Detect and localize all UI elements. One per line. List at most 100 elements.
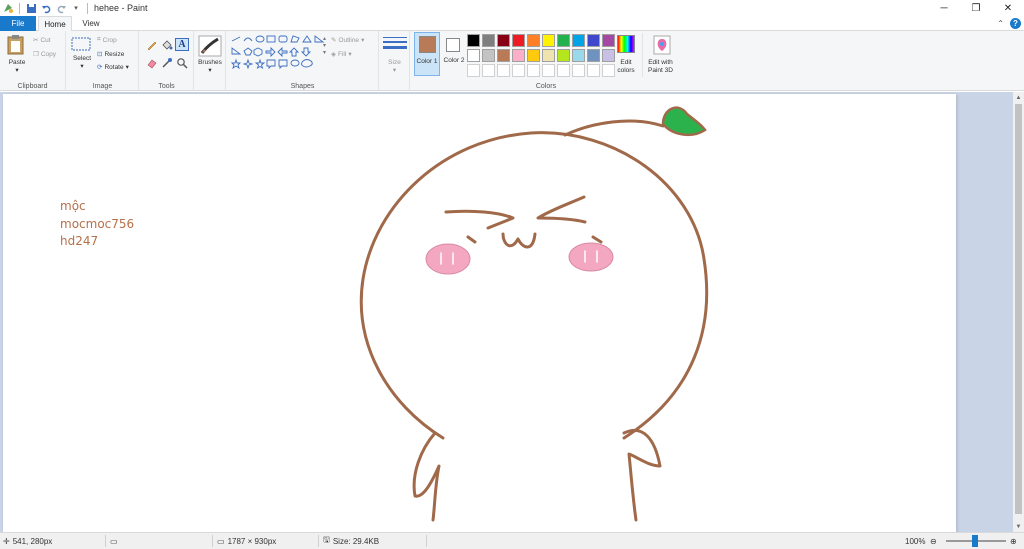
palette-swatch[interactable]: [527, 49, 540, 62]
drawing-canvas[interactable]: mộc mocmoc756 hd247: [3, 94, 956, 532]
outline-button[interactable]: ✎ Outline ▾: [331, 36, 364, 45]
pencil-icon[interactable]: [146, 39, 158, 51]
color2-button[interactable]: Color 2: [442, 32, 466, 76]
palette-swatch[interactable]: [482, 49, 495, 62]
custom-color-slot[interactable]: [587, 64, 600, 77]
scroll-up-icon[interactable]: ▲: [1013, 92, 1024, 103]
fill-bucket-icon[interactable]: [161, 39, 173, 51]
clipboard-group-label: Clipboard: [17, 83, 48, 90]
custom-color-slot[interactable]: [572, 64, 585, 77]
right-eye-mark: [591, 235, 603, 244]
magnifier-icon[interactable]: [176, 57, 188, 69]
custom-color-slot[interactable]: [527, 64, 540, 77]
ribbon: Paste ▾ ✂ Cut ❐ Copy Clipboard Select ▾ ⌗ C…: [0, 31, 1024, 91]
palette-swatch[interactable]: [557, 34, 570, 47]
palette-swatch[interactable]: [572, 34, 585, 47]
palette-swatch[interactable]: [512, 34, 525, 47]
help-icon[interactable]: ?: [1010, 18, 1021, 29]
cut-button[interactable]: ✂ Cut: [33, 36, 51, 45]
copy-label: Copy: [40, 50, 57, 58]
separator: [318, 535, 319, 547]
brushes-group[interactable]: Brushes ▾: [195, 31, 226, 91]
color2-swatch: [446, 38, 460, 52]
palette-swatch[interactable]: [557, 49, 570, 62]
collapse-ribbon-icon[interactable]: ⌃: [997, 19, 1004, 28]
color1-button[interactable]: Color 1: [414, 32, 440, 76]
color-picker-icon[interactable]: [161, 57, 173, 69]
custom-color-slot[interactable]: [497, 64, 510, 77]
edit-colors-label: Edit colors: [617, 59, 635, 74]
left-eyebrow: [444, 209, 515, 230]
custom-color-slot[interactable]: [512, 64, 525, 77]
palette-swatch[interactable]: [542, 34, 555, 47]
tab-home[interactable]: Home: [38, 16, 72, 32]
select-label: Select: [72, 55, 92, 62]
paint-app-icon[interactable]: [2, 2, 14, 14]
color-spectrum-icon: [617, 35, 635, 53]
resize-button[interactable]: ⊡ Resize: [97, 50, 124, 59]
tools-group: A Tools: [140, 31, 194, 91]
left-cheek: [425, 243, 471, 275]
palette-swatch[interactable]: [587, 49, 600, 62]
disk-icon: 🖫: [323, 535, 330, 544]
edit-paint3d-button[interactable]: Edit with Paint 3D: [642, 33, 678, 77]
scroll-down-icon[interactable]: ▼: [1013, 521, 1024, 532]
palette-swatch[interactable]: [467, 34, 480, 47]
custom-color-slot[interactable]: [542, 64, 555, 77]
rotate-button[interactable]: ⟳ Rotate ▾: [97, 63, 129, 72]
tab-view[interactable]: View: [76, 16, 106, 31]
copy-button[interactable]: ❐ Copy: [33, 50, 57, 59]
crop-button[interactable]: ⌗ Crop: [97, 36, 117, 44]
vertical-scrollbar[interactable]: ▲ ▼: [1013, 92, 1024, 532]
chevron-down-icon: ▾: [15, 67, 19, 74]
fill-label: Fill: [338, 50, 347, 58]
paste-button[interactable]: Paste ▾: [5, 34, 29, 75]
customize-quick-access-icon[interactable]: ▾: [70, 2, 82, 14]
custom-color-slot[interactable]: [467, 64, 480, 77]
size-group[interactable]: Size ▾: [380, 31, 410, 91]
separator: [426, 535, 427, 547]
scrollbar-thumb[interactable]: [1015, 104, 1022, 514]
left-arm: [412, 431, 441, 522]
paste-label: Paste: [8, 59, 26, 66]
fill-button[interactable]: ◈ Fill ▾: [331, 50, 352, 59]
close-button[interactable]: ✕: [992, 0, 1024, 16]
cursor-position-text: 541, 280px: [12, 536, 53, 546]
palette-swatch[interactable]: [512, 49, 525, 62]
status-bar: ✛ 541, 280px ▭ ▭ 1787 × 930px 🖫 Size: 29.4K…: [0, 532, 1024, 549]
palette-swatch[interactable]: [542, 49, 555, 62]
canvas-size-icon: ▭: [217, 536, 225, 546]
zoom-in-icon[interactable]: ⊕: [1010, 533, 1017, 549]
select-button[interactable]: Select ▾: [71, 36, 93, 71]
minimize-button[interactable]: ─: [928, 0, 960, 16]
color1-swatch: [419, 36, 436, 53]
shapes-scroll-icon[interactable]: ▴ ▾ ▾: [323, 35, 326, 56]
edit-colors-button[interactable]: Edit colors: [613, 33, 639, 77]
custom-color-slot[interactable]: [482, 64, 495, 77]
paint3d-icon: [653, 35, 671, 55]
palette-swatch[interactable]: [497, 34, 510, 47]
palette-swatch[interactable]: [572, 49, 585, 62]
text-tool-icon[interactable]: A: [175, 38, 189, 51]
zoom-slider-thumb[interactable]: [972, 535, 978, 547]
character-drawing: [359, 106, 709, 522]
redo-icon[interactable]: [55, 2, 67, 14]
zoom-out-icon[interactable]: ⊖: [930, 533, 937, 549]
palette-swatch[interactable]: [497, 49, 510, 62]
custom-color-slot[interactable]: [557, 64, 570, 77]
shapes-gallery[interactable]: [230, 35, 328, 73]
palette-swatch[interactable]: [467, 49, 480, 62]
save-icon[interactable]: [25, 2, 37, 14]
palette-swatch[interactable]: [482, 34, 495, 47]
eraser-icon[interactable]: [146, 57, 158, 69]
scissors-icon: ✂: [33, 37, 39, 44]
maximize-button[interactable]: ❐: [960, 0, 992, 16]
shapes-group: ▴ ▾ ▾ ✎ Outline ▾ ◈ Fill ▾ Shapes: [227, 31, 379, 91]
palette-swatch[interactable]: [587, 34, 600, 47]
size-label: Size: [388, 59, 401, 66]
palette-swatch[interactable]: [527, 34, 540, 47]
quick-access-toolbar: ▾: [0, 0, 90, 16]
tab-file[interactable]: File: [0, 16, 36, 31]
undo-icon[interactable]: [40, 2, 52, 14]
image-dimensions-text: 1787 × 930px: [227, 536, 277, 546]
